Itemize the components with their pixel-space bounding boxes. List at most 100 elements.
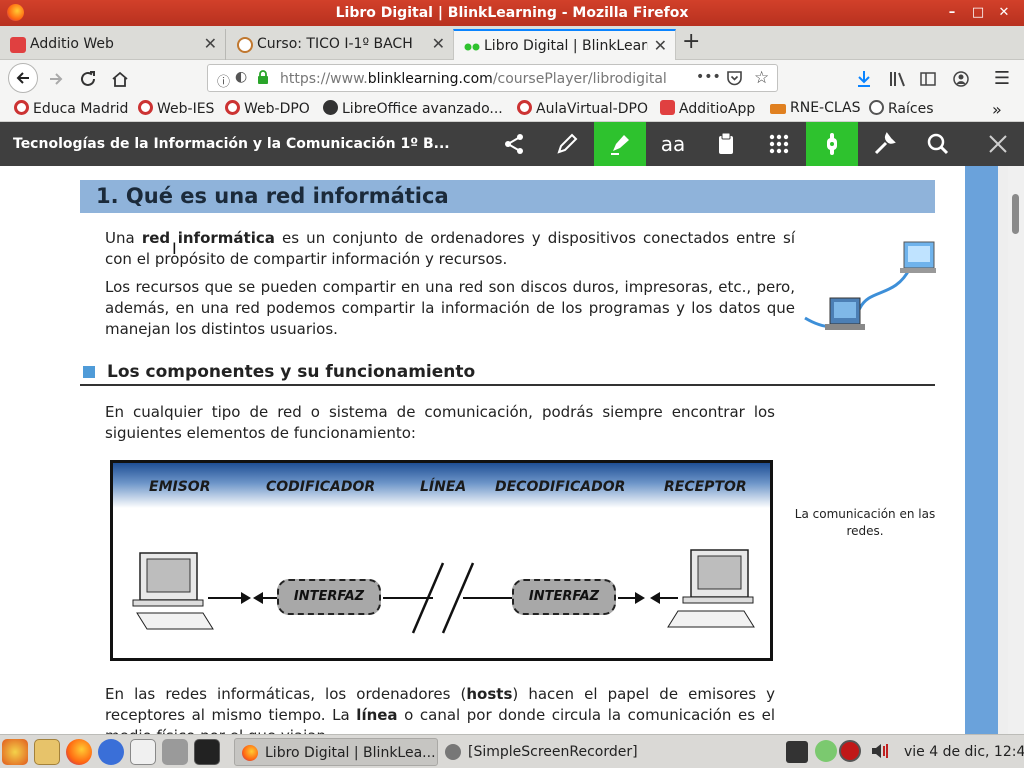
font-size-icon[interactable]: aa [647,122,699,166]
tray-record-icon[interactable] [839,740,861,762]
scrollbar-thumb[interactable] [1012,194,1019,234]
notes-icon[interactable] [700,122,752,166]
tab-strip: Additio Web ✕ Curso: TICO I-1º BACH ✕ Li… [0,26,1024,60]
grid-icon[interactable] [753,122,805,166]
tab-additio[interactable]: Additio Web ✕ [0,29,226,60]
subsection-heading: Los componentes y su funcionamiento [80,361,935,386]
clock[interactable]: vie 4 de dic, 12:43 [904,744,1024,760]
sidebar-icon[interactable] [915,66,941,92]
close-icon[interactable] [972,122,1024,166]
reload-button[interactable] [75,66,101,92]
taskbar-item-recorder[interactable]: [SimpleScreenRecorder] [438,738,648,766]
lock-icon[interactable] [257,70,269,89]
back-button[interactable] [8,63,38,93]
taskbar: Libro Digital | BlinkLea... [SimpleScree… [0,734,1024,768]
home-button[interactable] [107,66,133,92]
reader-toolbar: Tecnologías de la Información y la Comun… [0,122,1024,166]
additio-favicon-icon [10,37,26,53]
bookmark-web-dpo[interactable]: Web-DPO [225,100,310,117]
bookmark-favicon-icon [660,100,675,115]
diagram-caption: La comunicación en las redes. [794,507,936,538]
library-icon[interactable] [885,66,911,92]
recorder-icon [445,744,461,760]
bookmarks-toolbar: Educa Madrid Web-IES Web-DPO LibreOffice… [0,96,1024,122]
url-text[interactable]: https://www.blinklearning.com/coursePlay… [280,71,690,87]
ubuntu-menu-icon[interactable] [2,739,28,765]
interfaz-left: INTERFAZ [277,579,381,615]
minimize-button[interactable]: – [943,4,961,22]
camera-launcher-icon[interactable] [162,739,188,765]
highlighter-icon[interactable] [594,122,646,166]
wrench-icon[interactable] [859,122,911,166]
bookmark-aulavirtual[interactable]: AulaVirtual-DPO [517,100,648,117]
close-window-button[interactable]: ✕ [995,4,1013,22]
pocket-icon[interactable] [726,70,743,90]
tab-label: Libro Digital | BlinkLearn [484,38,648,54]
firefox-launcher-icon[interactable] [66,739,92,765]
tab-label: Additio Web [30,36,114,52]
paragraph-elements: En cualquier tipo de red o sistema de co… [105,403,775,442]
taskbar-item-firefox[interactable]: Libro Digital | BlinkLea... [234,738,438,766]
subsection-title: Los componentes y su funcionamiento [107,362,476,382]
network-illustration-icon [800,238,940,342]
bookmark-favicon-icon [770,104,786,114]
bookmark-favicon-icon [225,100,240,115]
page-margin-strip [965,166,998,734]
maximize-button[interactable]: □ [969,4,987,22]
text-editor-icon[interactable] [34,739,60,765]
section-heading: 1. Qué es una red informática [80,180,935,213]
book-title: Tecnologías de la Información y la Comun… [13,136,450,152]
bookmark-star-icon[interactable]: ☆ [754,68,769,88]
url-bar[interactable]: ⓘ ◐ https://www.blinklearning.com/course… [207,64,778,92]
text-cursor-icon: I [172,239,177,258]
bookmark-web-ies[interactable]: Web-IES [138,100,214,117]
section-title: 1. Qué es una red informática [96,184,449,208]
paragraph-hosts: En las redes informáticas, los ordenador… [105,685,776,734]
interfaz-right: INTERFAZ [512,579,616,615]
page-actions-button[interactable]: ••• [696,69,721,85]
paragraph-definition: Una red informática es un conjunto de or… [105,229,795,268]
close-tab-icon[interactable]: ✕ [204,34,217,53]
page-scrollbar[interactable] [1008,166,1024,734]
communication-diagram: EMISOR CODIFICADOR LÍNEA DECODIFICADOR R… [110,460,773,661]
new-tab-button[interactable]: + [682,29,700,54]
bookmark-favicon-icon [323,100,338,115]
emitter-computer-icon [132,552,214,630]
account-icon[interactable] [948,66,974,92]
bookmark-rne-clas[interactable]: RNE-CLAS [770,100,860,116]
tab-label: Curso: TICO I-1º BACH [257,36,413,52]
blink-favicon-icon [464,39,480,55]
bookmark-additioapp[interactable]: AdditioApp [660,100,755,117]
firefox-icon [242,745,258,761]
accessibility-icon[interactable] [806,122,858,166]
menu-icon[interactable]: ☰ [989,66,1015,92]
window-title: Libro Digital | BlinkLearning - Mozilla … [335,5,689,21]
shield-icon[interactable]: ◐ [235,69,247,85]
bookmark-favicon-icon [517,100,532,115]
pencil-icon[interactable] [541,122,593,166]
bookmark-favicon-icon [138,100,153,115]
bookmarks-overflow-icon[interactable]: » [992,100,1002,119]
forward-button[interactable] [43,66,69,92]
search-icon[interactable] [912,122,964,166]
terminal-launcher-icon[interactable] [194,739,220,765]
bookmark-raices[interactable]: Raíces [869,100,934,117]
tray-network-icon[interactable] [786,741,808,763]
tab-curso[interactable]: Curso: TICO I-1º BACH ✕ [227,29,453,60]
close-tab-icon[interactable]: ✕ [432,34,445,53]
info-icon[interactable]: ⓘ [217,71,230,90]
chromium-launcher-icon[interactable] [98,739,124,765]
book-viewport: 1. Qué es una red informática Una red in… [0,166,1024,734]
receiver-computer-icon [667,549,755,628]
close-tab-icon[interactable]: ✕ [654,36,667,55]
bookmark-educa-madrid[interactable]: Educa Madrid [14,100,128,117]
bookmark-libreoffice[interactable]: LibreOffice avanzado... [323,100,503,117]
window-titlebar: Libro Digital | BlinkLearning - Mozilla … [0,0,1024,26]
share-icon[interactable] [488,122,540,166]
volume-icon[interactable] [870,741,890,765]
tab-libro-digital[interactable]: Libro Digital | BlinkLearn ✕ [453,29,676,60]
tray-update-icon[interactable] [815,740,837,762]
bullet-square-icon [83,366,95,378]
downloads-icon[interactable] [851,66,877,92]
documents-launcher-icon[interactable] [130,739,156,765]
